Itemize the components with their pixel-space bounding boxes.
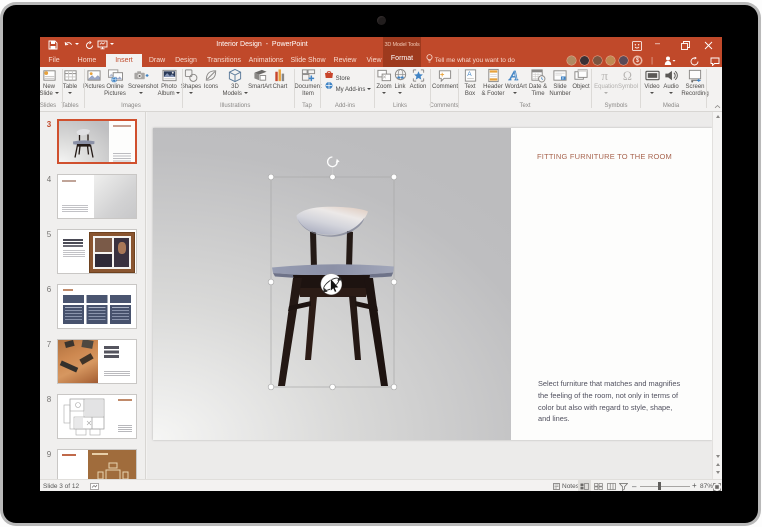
svg-text:π: π: [601, 68, 608, 83]
svg-text:A: A: [467, 71, 472, 78]
svg-text:A: A: [508, 68, 518, 83]
svg-text:#: #: [562, 76, 564, 80]
svg-text:Ω: Ω: [623, 69, 632, 83]
